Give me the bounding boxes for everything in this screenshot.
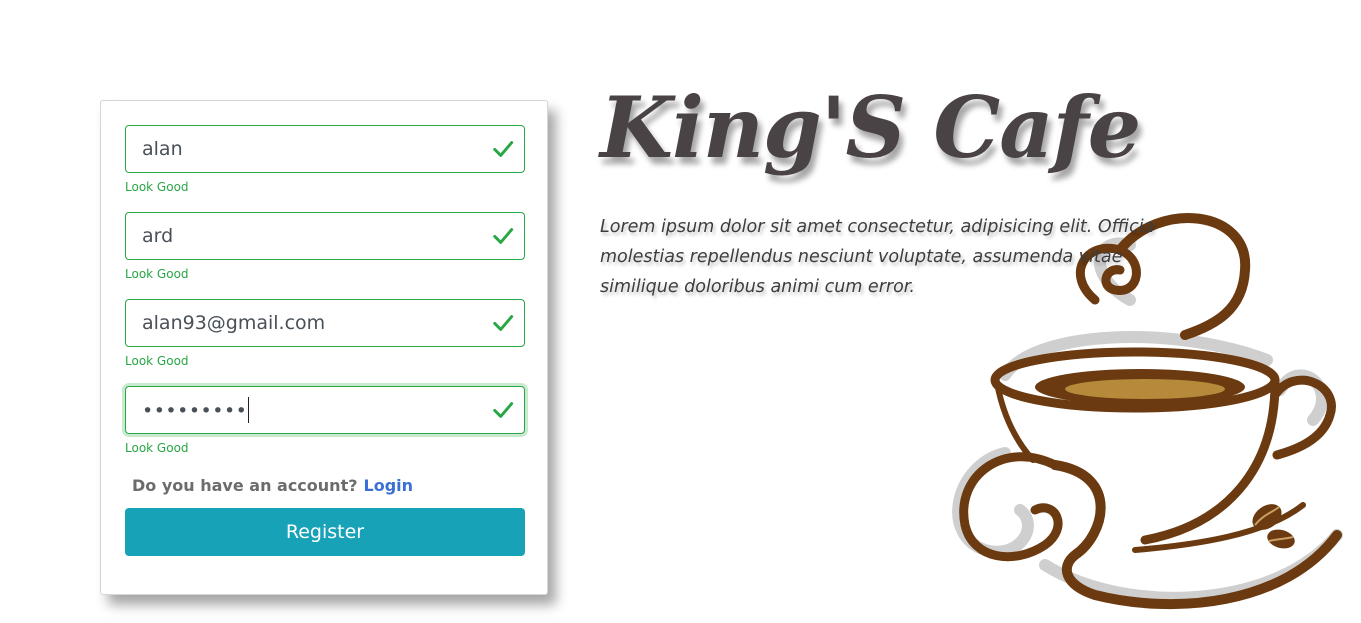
register-form-card: Look Good Look Good Look Good •••••• (100, 100, 548, 595)
check-icon (493, 315, 514, 331)
last-name-feedback: Look Good (125, 267, 189, 281)
brand-description: Lorem ipsum dolor sit amet consectetur, … (600, 217, 1155, 297)
account-prompt-row: Do you have an account? Login (132, 475, 413, 497)
last-name-field-wrapper (125, 212, 525, 260)
password-feedback: Look Good (125, 441, 189, 455)
text-caret (248, 397, 250, 423)
check-icon (493, 228, 514, 244)
first-name-input[interactable] (126, 126, 524, 172)
email-field-wrapper (125, 299, 525, 347)
check-icon (493, 402, 514, 418)
password-input[interactable]: ••••••••• (125, 386, 525, 434)
check-icon (493, 141, 514, 157)
password-value: ••••••••• (142, 397, 250, 425)
page: Look Good Look Good Look Good •••••• (0, 0, 1361, 623)
email-group: Look Good (125, 299, 525, 369)
password-mask: ••••••••• (142, 400, 248, 422)
password-group: ••••••••• Look Good (125, 386, 525, 456)
first-name-group: Look Good (125, 125, 525, 195)
first-name-feedback: Look Good (125, 180, 189, 194)
last-name-input[interactable] (126, 213, 524, 259)
first-name-field-wrapper (125, 125, 525, 173)
email-input[interactable] (126, 300, 524, 346)
email-feedback: Look Good (125, 354, 189, 368)
brand-title: King'S Cafe (600, 78, 1141, 177)
login-link[interactable]: Login (364, 476, 414, 495)
last-name-group: Look Good (125, 212, 525, 282)
register-button[interactable]: Register (125, 508, 525, 556)
account-prompt-text: Do you have an account? (132, 476, 358, 495)
